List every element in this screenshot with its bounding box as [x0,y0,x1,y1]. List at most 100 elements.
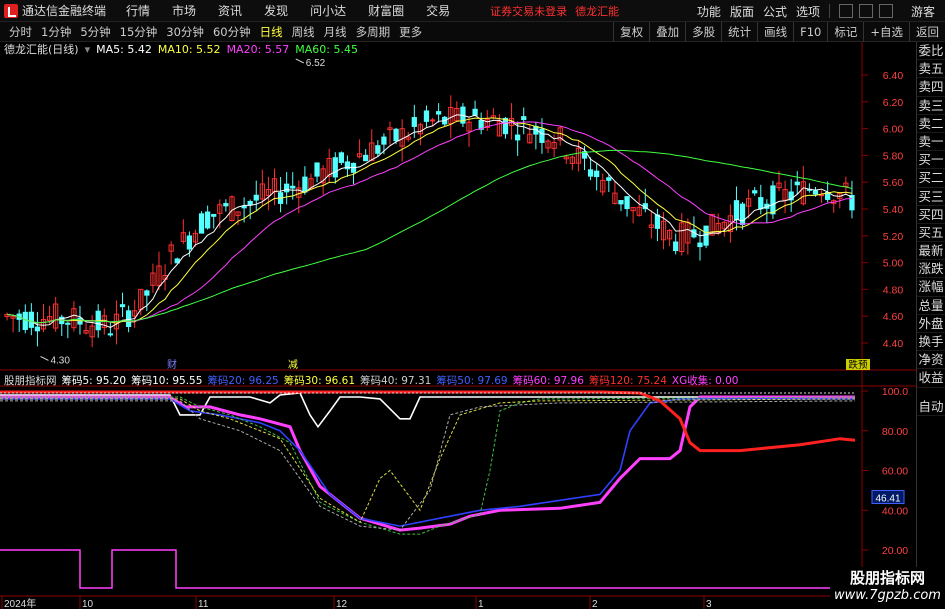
back-button[interactable]: 返回 [909,22,945,42]
period-15min[interactable]: 15分钟 [120,24,158,40]
period-monthly[interactable]: 月线 [324,24,347,40]
indicator-title[interactable]: 股朋指标网 [4,373,57,388]
panel-item[interactable]: 买二 [917,169,945,188]
candle-body [733,200,740,221]
candle-body [302,176,308,193]
panel-item[interactable]: 卖二 [917,115,945,133]
panel-item[interactable]: 卖三 [917,97,945,115]
period-30min[interactable]: 30分钟 [166,24,204,40]
menu-ask[interactable]: 问小达 [310,2,346,19]
app-name: 通达信金融终端 [22,4,107,18]
candle-body [363,154,369,162]
candle-body [253,194,259,201]
candle-body [107,333,114,336]
bell-icon[interactable] [878,4,893,18]
menu-market[interactable]: 市场 [172,2,196,19]
panel-item[interactable]: 总量 [917,297,945,315]
indicator-value: 筹码60: 97.96 [512,374,584,387]
dropdown-icon[interactable]: ▾ [85,43,91,56]
candle-body [435,111,442,115]
adjust-button[interactable]: 复权 [613,22,649,42]
candle-body [65,322,71,325]
candle-body [223,203,229,207]
f10-button[interactable]: F10 [793,22,827,42]
panel-item[interactable]: 委比 [917,42,945,61]
stock-title: 德龙汇能(日线) [4,43,79,56]
panel-item[interactable]: 涨跌 [917,260,945,279]
x-axis-label: 2024年 [4,597,36,609]
panel-item[interactable]: 卖四 [917,78,945,97]
panel-item[interactable]: 买四 [917,206,945,224]
period-5min[interactable]: 5分钟 [80,24,110,40]
event-marker: 减 [288,359,298,371]
period-1min[interactable]: 1分钟 [41,24,71,40]
menu-discover[interactable]: 发现 [264,2,288,19]
mark-button[interactable]: 标记 [827,22,863,42]
candle-body [618,200,624,205]
kline-chart[interactable]: 6.40 6.20 6.00 5.80 5.60 5.40 5.20 5.00 4.80 4.60… [0,42,916,609]
menu-quotes[interactable]: 行情 [126,2,150,19]
x-axis-label: 10 [82,599,94,609]
period-weekly[interactable]: 周线 [292,24,315,40]
panel-item[interactable]: 涨幅 [917,278,945,297]
candle-body [314,162,320,177]
candle-body [697,242,703,248]
login-warning[interactable]: 证券交易未登录 [490,3,567,19]
candle-body [770,185,776,215]
menu-function[interactable]: 功能 [697,3,721,20]
add-watchlist-button[interactable]: +自选 [863,22,909,42]
x-axis-label: 12 [336,599,348,609]
candle-body [198,213,205,234]
panel-item[interactable]: 净资 [917,351,945,370]
candle-body [539,128,545,143]
panel-item[interactable]: 卖一 [917,133,945,152]
statistics-button[interactable]: 统计 [721,22,757,42]
candle-body [338,152,344,163]
candle-body [119,304,126,308]
indicator-value: 筹码50: 97.69 [436,374,508,387]
period-multi[interactable]: 多周期 [356,24,391,40]
period-more[interactable]: 更多 [399,24,422,40]
divider [828,4,830,18]
chip60-line [0,395,855,532]
menu-layout[interactable]: 版面 [730,3,754,20]
menu-trade[interactable]: 交易 [426,2,450,19]
panel-item[interactable]: 买一 [917,151,945,170]
candle-body [429,119,436,122]
panel-item[interactable]: 收益 [917,369,945,388]
indicator-value: 筹码120: 75.24 [588,374,667,387]
menu-wealth[interactable]: 财富圈 [368,2,404,19]
ma20-value: MA20: 5.57 [226,42,290,56]
multi-stock-button[interactable]: 多股 [685,22,721,42]
indicator-value: 筹码30: 96.61 [283,374,356,387]
menu-options[interactable]: 选项 [796,3,820,20]
overlay-button[interactable]: 叠加 [649,22,685,42]
price-tick-label: 4.80 [883,284,904,296]
guest-label[interactable]: 游客 [911,3,935,20]
panel-item[interactable]: 外盘 [917,315,945,333]
panel-item[interactable]: 换手 [917,333,945,352]
menu-formula[interactable]: 公式 [763,3,787,20]
indicator-value: 筹码40: 97.31 [360,374,432,387]
chip20-line [0,398,856,523]
candle-body [393,128,399,142]
panel-item[interactable]: 最新 [917,242,945,261]
draw-line-button[interactable]: 画线 [757,22,793,42]
panel-item[interactable]: 自动 [917,398,945,416]
settings-icon[interactable] [838,4,853,18]
panel-item[interactable]: 买三 [917,188,945,206]
high-pointer [295,58,304,64]
period-timeshare[interactable]: 分时 [9,24,32,40]
candle-body [144,290,150,296]
menu-news[interactable]: 资讯 [218,2,242,19]
panel-item[interactable]: 买五 [917,224,945,243]
price-tick-label: 4.60 [883,311,904,323]
candle-body [849,194,855,211]
envelope-icon[interactable] [858,4,873,18]
period-daily[interactable]: 日线 [260,24,283,40]
candle-body [290,185,296,189]
period-60min[interactable]: 60分钟 [213,24,251,40]
price-tick-label: 5.00 [883,258,904,270]
candle-body [332,157,338,178]
panel-item[interactable]: 卖五 [917,60,945,79]
